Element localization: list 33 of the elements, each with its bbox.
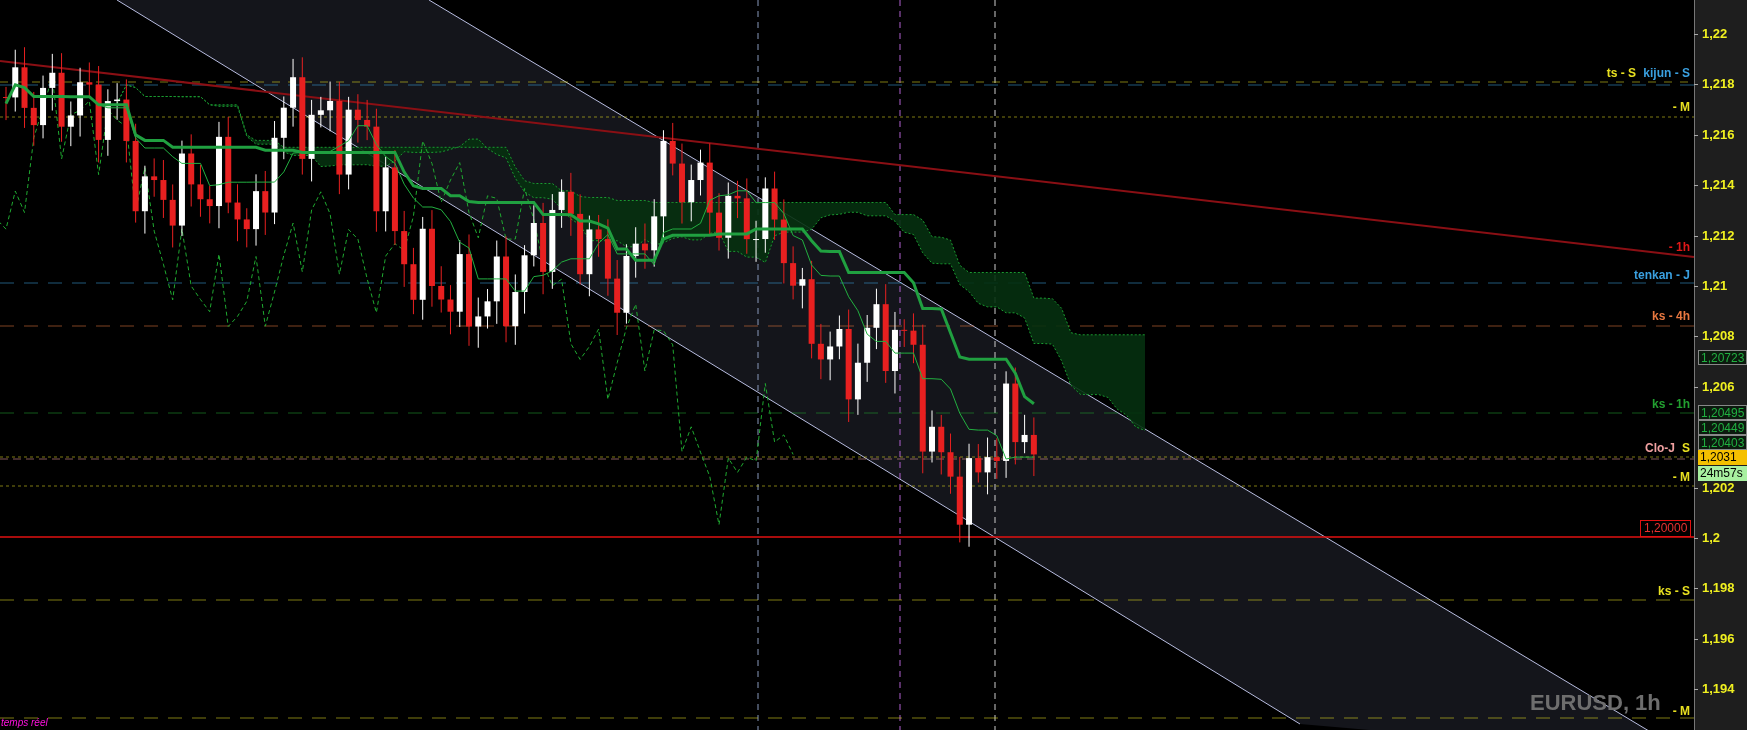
level-label: Clo-J	[1645, 441, 1675, 455]
axis-tick-label: 1,196	[1702, 630, 1735, 647]
alert-price-tag: 1,20000	[1640, 520, 1692, 537]
axis-tick-label: 1,212	[1702, 227, 1735, 244]
axis-tick-label: 1,218	[1702, 76, 1735, 93]
axis-tick-label: 1,202	[1702, 479, 1735, 496]
level-label: ts - S	[1606, 66, 1636, 80]
axis-tick-label: 1,214	[1702, 177, 1735, 194]
level-label: - 1h	[1668, 240, 1690, 254]
level-label: tenkan - J	[1634, 268, 1690, 282]
axis-tick-label: 1,2	[1702, 530, 1721, 546]
axis-tick-label: 1,216	[1702, 126, 1735, 143]
axis-tick-label: 1,194	[1702, 681, 1735, 698]
price-tag: 24m57s	[1698, 466, 1747, 481]
level-label: ks - 1h	[1652, 397, 1690, 411]
level-label: ks - S	[1658, 584, 1690, 598]
axis-tick-label: 1,208	[1702, 328, 1735, 345]
level-label: - M	[1672, 470, 1690, 484]
level-label: ks - 4h	[1652, 309, 1690, 323]
feed-status-label: temps réel	[1, 717, 48, 729]
level-label: - M	[1672, 704, 1690, 718]
price-tag: 1,20723	[1698, 350, 1747, 365]
axis-tick-label: 1,206	[1702, 378, 1735, 395]
level-label: S	[1682, 441, 1690, 455]
level-label: kijun - S	[1643, 66, 1690, 80]
axis-tick-label: 1,22	[1702, 26, 1728, 42]
price-tag: 1,2031	[1698, 450, 1747, 465]
price-tag: 1,20449	[1698, 420, 1747, 435]
axis-tick-label: 1,21	[1702, 278, 1728, 294]
price-tag: 1,20495	[1698, 405, 1747, 420]
level-label: - M	[1672, 100, 1690, 114]
price-tag: 1,20403	[1698, 435, 1747, 450]
axis-tick-label: 1,198	[1702, 580, 1735, 597]
